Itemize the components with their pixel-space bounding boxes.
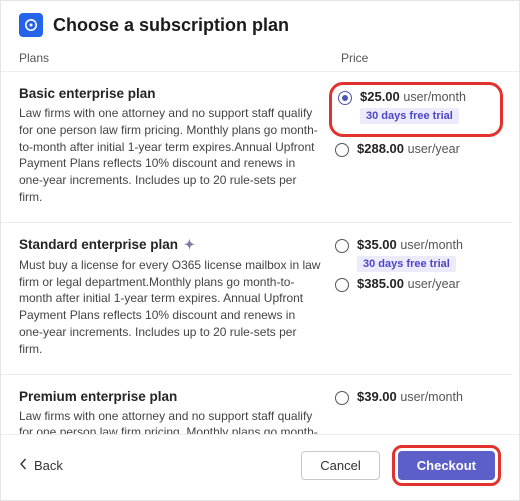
price-label: $25.00 user/month: [360, 89, 466, 104]
plan-block: Premium enterprise plan Law firms with on…: [1, 375, 513, 434]
plan-info: Standard enterprise plan✦ Must buy a lice…: [19, 237, 321, 358]
price-label: $39.00 user/month: [357, 389, 463, 404]
plan-name: Basic enterprise plan: [19, 86, 321, 101]
plan-description: Law firms with one attorney and no suppo…: [19, 408, 321, 434]
plan-prices: $35.00 user/month 30 days free trial $385.…: [335, 237, 495, 358]
price-label: $35.00 user/month: [357, 237, 463, 252]
back-button[interactable]: Back: [19, 458, 63, 473]
price-option[interactable]: $288.00 user/year: [335, 141, 495, 157]
plan-info: Premium enterprise plan Law firms with on…: [19, 389, 321, 434]
plan-name: Standard enterprise plan✦: [19, 237, 321, 253]
radio-icon[interactable]: [335, 278, 349, 292]
back-label: Back: [34, 458, 63, 473]
radio-icon[interactable]: [338, 91, 352, 105]
subscription-panel: Choose a subscription plan Plans Price B…: [0, 0, 520, 501]
plans-scroll[interactable]: Basic enterprise plan Law firms with one …: [1, 72, 519, 434]
sparkle-icon: ✦: [184, 237, 195, 253]
dialog-title: Choose a subscription plan: [53, 15, 289, 36]
app-icon: [19, 13, 43, 37]
price-option[interactable]: $25.00 user/month 30 days free trial: [338, 89, 492, 124]
price-label: $385.00 user/year: [357, 276, 460, 291]
radio-icon[interactable]: [335, 239, 349, 253]
plan-name: Premium enterprise plan: [19, 389, 321, 404]
trial-badge: 30 days free trial: [357, 256, 456, 272]
dialog-header: Choose a subscription plan: [1, 1, 519, 41]
plan-block: Standard enterprise plan✦ Must buy a lice…: [1, 223, 513, 375]
column-plan-header: Plans: [19, 51, 341, 65]
checkout-highlight: Checkout: [392, 445, 501, 486]
column-price-header: Price: [341, 51, 501, 65]
trial-badge: 30 days free trial: [360, 108, 459, 124]
column-headers: Plans Price: [1, 41, 519, 72]
chevron-left-icon: [19, 458, 28, 473]
checkout-button[interactable]: Checkout: [398, 451, 495, 480]
price-label: $288.00 user/year: [357, 141, 460, 156]
dialog-footer: Back Cancel Checkout: [1, 434, 519, 500]
radio-icon[interactable]: [335, 391, 349, 405]
price-option[interactable]: $35.00 user/month 30 days free trial: [335, 237, 495, 272]
plan-info: Basic enterprise plan Law firms with one …: [19, 86, 321, 206]
cancel-button[interactable]: Cancel: [301, 451, 379, 480]
radio-icon[interactable]: [335, 143, 349, 157]
price-option[interactable]: $385.00 user/year: [335, 276, 495, 292]
plan-description: Must buy a license for every O365 licens…: [19, 257, 321, 358]
selected-price-highlight: $25.00 user/month 30 days free trial: [329, 82, 503, 137]
plan-description: Law firms with one attorney and no suppo…: [19, 105, 321, 206]
price-option[interactable]: $39.00 user/month: [335, 389, 495, 405]
plan-prices: $39.00 user/month: [335, 389, 495, 434]
plan-prices: $25.00 user/month 30 days free trial $288.…: [335, 86, 495, 206]
plan-block: Basic enterprise plan Law firms with one …: [1, 72, 513, 223]
